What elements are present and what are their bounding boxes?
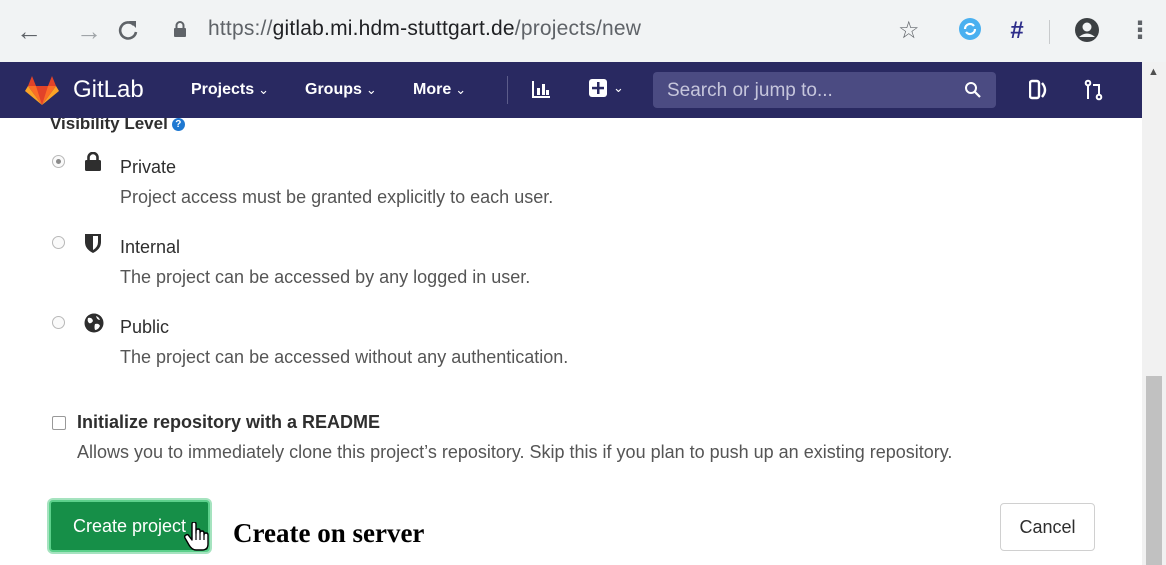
more-menu[interactable]: More ⌄ (413, 81, 466, 99)
public-description: The project can be accessed without any … (120, 347, 569, 367)
search-box[interactable] (653, 72, 996, 108)
scrollbar-thumb[interactable] (1146, 376, 1162, 565)
help-icon[interactable]: ? (171, 118, 185, 131)
bookmark-star-icon[interactable]: ☆ (898, 16, 920, 46)
radio-internal[interactable] (52, 236, 65, 249)
more-menu-label: More (413, 81, 452, 98)
sync-extension-icon[interactable] (958, 17, 982, 49)
issues-icon[interactable] (1029, 79, 1049, 101)
navbar-divider (507, 76, 508, 104)
url-scheme: https:// (208, 17, 273, 40)
projects-menu[interactable]: Projects ⌄ (191, 81, 269, 99)
gitlab-logo-icon[interactable] (22, 76, 62, 106)
radio-public[interactable] (52, 316, 65, 329)
gitlab-brand[interactable]: GitLab (73, 76, 144, 104)
activity-chart-icon[interactable] (531, 80, 551, 100)
merge-requests-icon[interactable] (1084, 79, 1104, 101)
internal-title[interactable]: Internal (120, 237, 180, 258)
annotation-caption: Create on server (233, 518, 425, 548)
chevron-down-icon: ⌄ (258, 82, 270, 97)
groups-menu[interactable]: Groups ⌄ (305, 81, 377, 99)
readme-description: Allows you to immediately clone this pro… (77, 442, 953, 462)
account-icon[interactable] (1073, 16, 1101, 52)
browser-menu-icon[interactable]: ⋮ (1128, 16, 1152, 46)
search-icon (965, 82, 981, 98)
forward-arrow-icon[interactable]: → (76, 16, 102, 46)
address-bar[interactable]: https://gitlab.mi.hdm-stuttgart.de/proje… (208, 17, 641, 41)
private-description: Project access must be granted explicitl… (120, 187, 554, 207)
readme-checkbox[interactable] (52, 416, 66, 430)
visibility-level-label: Visibility Level? (50, 118, 185, 134)
reload-icon[interactable] (115, 16, 141, 52)
groups-menu-label: Groups (305, 81, 362, 98)
plus-square-icon (589, 79, 607, 97)
toolbar-divider (1049, 20, 1050, 44)
chevron-down-icon: ⌄ (365, 82, 377, 97)
globe-icon (84, 313, 104, 333)
back-arrow-icon[interactable]: ← (16, 16, 42, 46)
gitlab-navbar: GitLab Projects ⌄ Groups ⌄ More ⌄ ⌄ (0, 62, 1142, 118)
url-host: gitlab.mi.hdm-stuttgart.de (272, 17, 515, 40)
scroll-up-arrow-icon[interactable]: ▲ (1148, 66, 1159, 78)
private-title[interactable]: Private (120, 157, 176, 178)
new-item-dropdown[interactable]: ⌄ (588, 78, 624, 98)
projects-menu-label: Projects (191, 81, 255, 98)
chevron-down-icon: ⌄ (455, 82, 467, 97)
radio-private[interactable] (52, 155, 65, 168)
readme-title[interactable]: Initialize repository with a README (77, 412, 380, 433)
browser-toolbar: ← → https://gitlab.mi.hdm-stuttgart.de/p… (0, 0, 1166, 63)
cancel-button[interactable]: Cancel (1000, 503, 1095, 551)
chevron-down-icon: ⌄ (613, 80, 624, 95)
hash-extension-icon[interactable]: # (1010, 16, 1023, 46)
internal-description: The project can be accessed by any logge… (120, 267, 531, 287)
shield-icon (85, 234, 101, 253)
url-path: /projects/new (514, 17, 642, 40)
visibility-level-text: Visibility Level (50, 118, 168, 133)
hand-cursor-icon (184, 522, 209, 551)
lock-icon (174, 21, 186, 37)
lock-icon (85, 152, 101, 171)
search-input[interactable] (665, 79, 959, 103)
public-title[interactable]: Public (120, 317, 169, 338)
